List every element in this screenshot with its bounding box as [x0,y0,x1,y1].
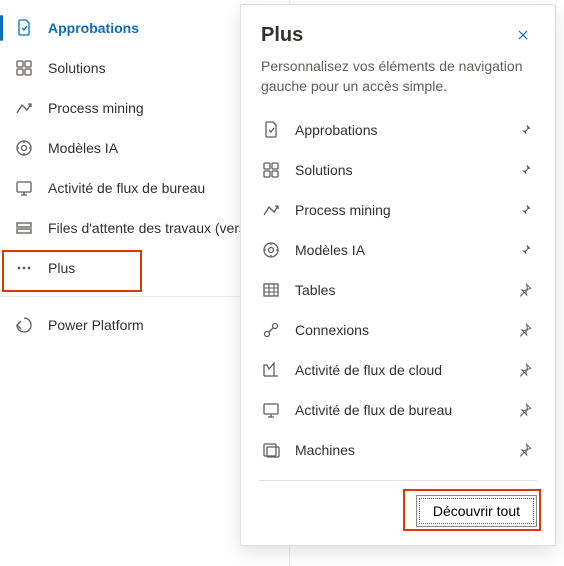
flyout-item-label: Connexions [295,322,501,338]
approvals-icon [261,120,281,140]
solutions-icon [14,58,34,78]
tables-icon [261,280,281,300]
flyout-item-label: Activité de flux de cloud [295,362,501,378]
flyout-item-label: Machines [295,442,501,458]
pin-icon [517,402,533,418]
ai-models-icon [261,240,281,260]
flyout-list: Approbations Solutions Process mining Mo… [241,110,555,470]
flyout-item-activite-bureau[interactable]: Activité de flux de bureau [251,390,545,430]
flyout-item-connexions[interactable]: Connexions [251,310,545,350]
flyout-item-label: Process mining [295,202,501,218]
flyout-item-label: Activité de flux de bureau [295,402,501,418]
unpin-button[interactable] [515,160,535,180]
desktop-flow-activity-icon [261,400,281,420]
process-mining-icon [14,98,34,118]
pin-icon [517,322,533,338]
close-icon [515,27,531,43]
flyout-item-tables[interactable]: Tables [251,270,545,310]
unpin-button[interactable] [515,240,535,260]
pin-button[interactable] [515,360,535,380]
flyout-item-solutions[interactable]: Solutions [251,150,545,190]
pin-icon [517,442,533,458]
work-queues-icon [14,218,34,238]
cloud-flow-activity-icon [261,360,281,380]
machines-icon [261,440,281,460]
flyout-item-process-mining[interactable]: Process mining [251,190,545,230]
ai-models-icon [14,138,34,158]
pin-button[interactable] [515,440,535,460]
flyout-title: Plus [261,24,303,47]
pin-filled-icon [517,202,533,218]
pin-icon [517,282,533,298]
more-icon [14,258,34,278]
pin-filled-icon [517,122,533,138]
discover-all-button[interactable]: Découvrir tout [416,495,537,527]
flyout-item-approbations[interactable]: Approbations [251,110,545,150]
pin-button[interactable] [515,280,535,300]
flyout-item-label: Approbations [295,122,501,138]
solutions-icon [261,160,281,180]
flyout-item-activite-cloud[interactable]: Activité de flux de cloud [251,350,545,390]
unpin-button[interactable] [515,120,535,140]
connections-icon [261,320,281,340]
flyout-footer: Découvrir tout [241,481,555,545]
pin-button[interactable] [515,320,535,340]
process-mining-icon [261,200,281,220]
pin-filled-icon [517,162,533,178]
flyout-item-machines[interactable]: Machines [251,430,545,470]
close-button[interactable] [511,23,535,47]
flyout-item-label: Modèles IA [295,242,501,258]
approvals-icon [14,18,34,38]
flyout-description: Personnalisez vos éléments de navigation… [241,57,555,110]
pin-button[interactable] [515,400,535,420]
unpin-button[interactable] [515,200,535,220]
more-flyout: Plus Personnalisez vos éléments de navig… [240,4,556,546]
desktop-flow-activity-icon [14,178,34,198]
power-platform-icon [14,315,34,335]
pin-filled-icon [517,242,533,258]
flyout-item-label: Solutions [295,162,501,178]
flyout-header: Plus [241,5,555,57]
pin-icon [517,362,533,378]
flyout-item-label: Tables [295,282,501,298]
flyout-item-modeles-ia[interactable]: Modèles IA [251,230,545,270]
